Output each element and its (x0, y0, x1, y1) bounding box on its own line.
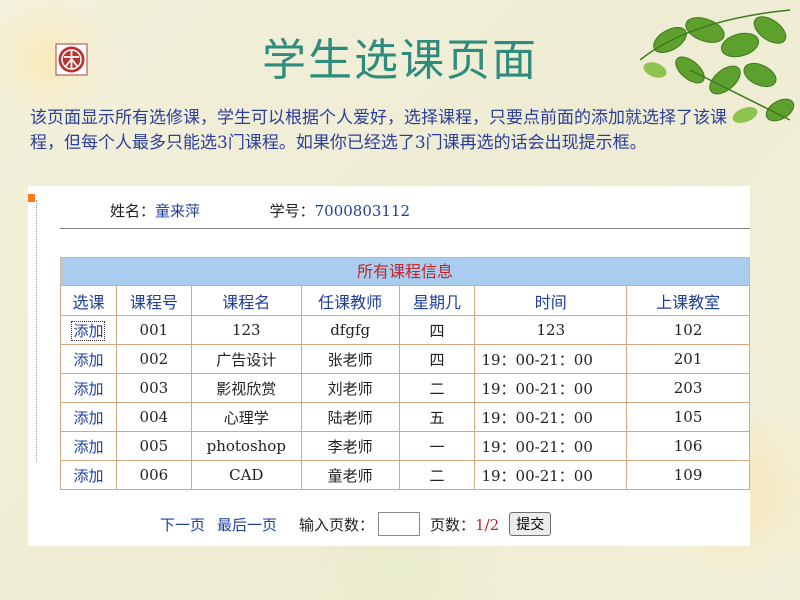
course-name: CAD (190, 460, 302, 490)
course-code: 002 (115, 344, 192, 374)
course-name: 123 (190, 315, 302, 345)
course-teacher: dfgfg (300, 315, 400, 345)
course-time: 19：00-21：00 (474, 402, 628, 432)
add-course-link[interactable]: 添加 (60, 402, 117, 432)
divider-line (60, 228, 750, 229)
column-header: 选课 (60, 285, 117, 316)
course-time: 19：00-21：00 (474, 431, 628, 461)
course-weekday: 一 (398, 431, 476, 461)
student-id-label: 学号： (269, 202, 315, 220)
course-teacher: 张老师 (300, 344, 400, 374)
table-row: 添加 005 photoshop 李老师 一 19：00-21：00 106 (60, 431, 750, 461)
add-course-link[interactable]: 添加 (60, 315, 117, 345)
page-input-label: 输入页数： (299, 515, 375, 534)
course-code: 004 (115, 402, 192, 432)
table-row: 添加 002 广告设计 张老师 四 19：00-21：00 201 (60, 344, 750, 374)
course-time: 123 (474, 315, 628, 345)
dotted-divider (36, 200, 37, 462)
column-header: 上课教室 (626, 285, 750, 316)
page-number-input[interactable] (378, 512, 421, 536)
course-time: 19：00-21：00 (474, 344, 628, 374)
course-table: 所有课程信息 选课 课程号 课程名 任课教师 星期几 时间 上课教室 添加 00… (60, 257, 750, 490)
student-name: 童来萍 (155, 202, 201, 220)
course-time: 19：00-21：00 (474, 373, 628, 403)
course-room: 102 (626, 315, 750, 345)
last-page-link[interactable]: 最后一页 (217, 514, 277, 535)
page-description: 该页面显示所有选修课，学生可以根据个人爱好，选择课程，只要点前面的添加就选择了该… (30, 108, 727, 153)
table-caption: 所有课程信息 (60, 257, 750, 285)
course-name: 影视欣赏 (190, 373, 302, 403)
course-teacher: 李老师 (300, 431, 400, 461)
course-code: 003 (115, 373, 192, 403)
course-room: 201 (626, 344, 750, 374)
course-weekday: 四 (398, 315, 476, 345)
course-name: 广告设计 (190, 344, 302, 374)
column-header: 课程号 (115, 285, 192, 316)
course-time: 19：00-21：00 (474, 460, 628, 490)
course-name: photoshop (190, 431, 302, 461)
add-course-link[interactable]: 添加 (60, 460, 117, 490)
pagination-bar: 下一页 最后一页 输入页数： 页数：1/2 提交 (160, 512, 552, 536)
course-code: 001 (115, 315, 192, 345)
column-header: 课程名 (190, 285, 302, 316)
add-course-link[interactable]: 添加 (60, 373, 117, 403)
student-info: 姓名：童来萍 学号：7000803112 (110, 200, 410, 221)
course-teacher: 童老师 (300, 460, 400, 490)
column-header: 任课教师 (300, 285, 400, 316)
page-count-label: 页数： (430, 515, 476, 534)
page-count-value: 1/2 (475, 515, 500, 534)
submit-button[interactable]: 提交 (509, 512, 552, 536)
orange-marker-icon (28, 194, 35, 202)
course-weekday: 二 (398, 460, 476, 490)
column-header: 时间 (474, 285, 628, 316)
table-row: 添加 004 心理学 陆老师 五 19：00-21：00 105 (60, 402, 750, 432)
course-code: 006 (115, 460, 192, 490)
student-id: 7000803112 (314, 202, 411, 220)
table-row: 添加 003 影视欣赏 刘老师 二 19：00-21：00 203 (60, 373, 750, 403)
column-header: 星期几 (398, 285, 476, 316)
course-teacher: 刘老师 (300, 373, 400, 403)
course-weekday: 四 (398, 344, 476, 374)
course-room: 105 (626, 402, 750, 432)
course-teacher: 陆老师 (300, 402, 400, 432)
table-row: 添加 001 123 dfgfg 四 123 102 (60, 315, 750, 345)
table-header-row: 选课 课程号 课程名 任课教师 星期几 时间 上课教室 (60, 285, 750, 316)
course-room: 106 (626, 431, 750, 461)
add-course-link-label: 添加 (71, 320, 106, 341)
course-name: 心理学 (190, 402, 302, 432)
course-room: 203 (626, 373, 750, 403)
course-room: 109 (626, 460, 750, 490)
table-row: 添加 006 CAD 童老师 二 19：00-21：00 109 (60, 460, 750, 490)
add-course-link[interactable]: 添加 (60, 344, 117, 374)
page-count: 页数：1/2 (430, 514, 499, 535)
student-name-label: 姓名： (110, 202, 156, 220)
course-weekday: 五 (398, 402, 476, 432)
course-code: 005 (115, 431, 192, 461)
add-course-link[interactable]: 添加 (60, 431, 117, 461)
course-weekday: 二 (398, 373, 476, 403)
next-page-link[interactable]: 下一页 (160, 514, 205, 535)
